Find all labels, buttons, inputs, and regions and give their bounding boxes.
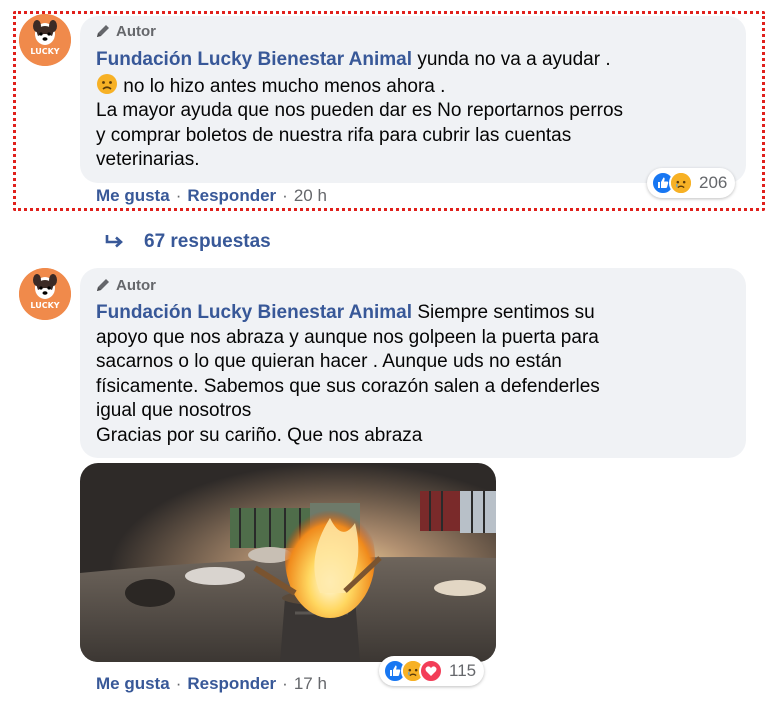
like-button[interactable]: Me gusta <box>96 674 170 694</box>
comment-actions: Me gusta · Responder · 20 h <box>96 186 327 206</box>
comment-line: yunda no va a ayudar . <box>412 49 611 70</box>
comment-line: igual que nosotros <box>96 400 252 421</box>
author-badge: Autor <box>94 276 156 294</box>
timestamp[interactable]: 17 h <box>294 674 327 694</box>
reaction-count: 115 <box>449 661 477 680</box>
attached-photo[interactable] <box>80 463 496 662</box>
comment-line: La mayor ayuda que nos pueden dar es No … <box>96 100 624 121</box>
author-tag-label: Autor <box>116 22 156 40</box>
author-name-link[interactable]: Fundación Lucky Bienestar Animal <box>96 302 412 323</box>
comment-line: Gracias por su cariño. Que nos abraza <box>96 424 423 446</box>
comment-line: apoyo que nos abraza y aunque nos golpee… <box>96 326 599 348</box>
comment-line: Siempre sentimos su <box>412 302 595 323</box>
timestamp[interactable]: 20 h <box>294 186 327 206</box>
comment-line: no lo hizo antes mucho menos ahora . <box>118 75 446 97</box>
sad-icon <box>669 171 693 195</box>
comment-text: Fundación Lucky Bienestar Animal Siempre… <box>96 301 736 448</box>
avatar[interactable]: LUCKY <box>19 14 71 66</box>
reactions-summary[interactable]: 115 <box>379 656 485 686</box>
reaction-count: 206 <box>699 173 728 192</box>
pencil-icon <box>97 25 109 37</box>
comment-text: Fundación Lucky Bienestar Animal yunda n… <box>96 48 736 173</box>
comment-line: sacarnos o lo que quieran hacer . Aunque… <box>96 351 562 372</box>
avatar[interactable]: LUCKY <box>19 268 71 320</box>
svg-text:LUCKY: LUCKY <box>30 301 59 310</box>
author-badge: Autor <box>94 22 156 40</box>
comment-actions: Me gusta · Responder · 17 h <box>96 674 327 694</box>
separator: · <box>282 674 288 693</box>
pencil-icon <box>97 279 109 291</box>
author-name-link[interactable]: Fundación Lucky Bienestar Animal <box>96 49 412 70</box>
reply-arrow-icon <box>105 235 123 248</box>
separator: · <box>175 674 182 693</box>
separator: · <box>175 186 182 205</box>
reply-button[interactable]: Responder <box>187 186 276 206</box>
comment-line: y comprar boletos de nuestra rifa para c… <box>96 124 572 146</box>
replies-count-label: 67 respuestas <box>144 231 271 252</box>
sad-face-emoji-icon <box>96 73 118 95</box>
comment-line: veterinarias. <box>96 149 200 170</box>
author-tag-label: Autor <box>116 276 156 294</box>
like-button[interactable]: Me gusta <box>96 186 170 206</box>
svg-text:LUCKY: LUCKY <box>30 47 59 56</box>
view-replies-link[interactable]: 67 respuestas <box>104 231 271 253</box>
reply-button[interactable]: Responder <box>187 674 276 694</box>
reactions-summary[interactable]: 206 <box>647 168 736 198</box>
love-icon <box>419 659 443 683</box>
separator: · <box>282 186 288 205</box>
comment-line: físicamente. Sabemos que sus corazón sal… <box>96 375 600 397</box>
